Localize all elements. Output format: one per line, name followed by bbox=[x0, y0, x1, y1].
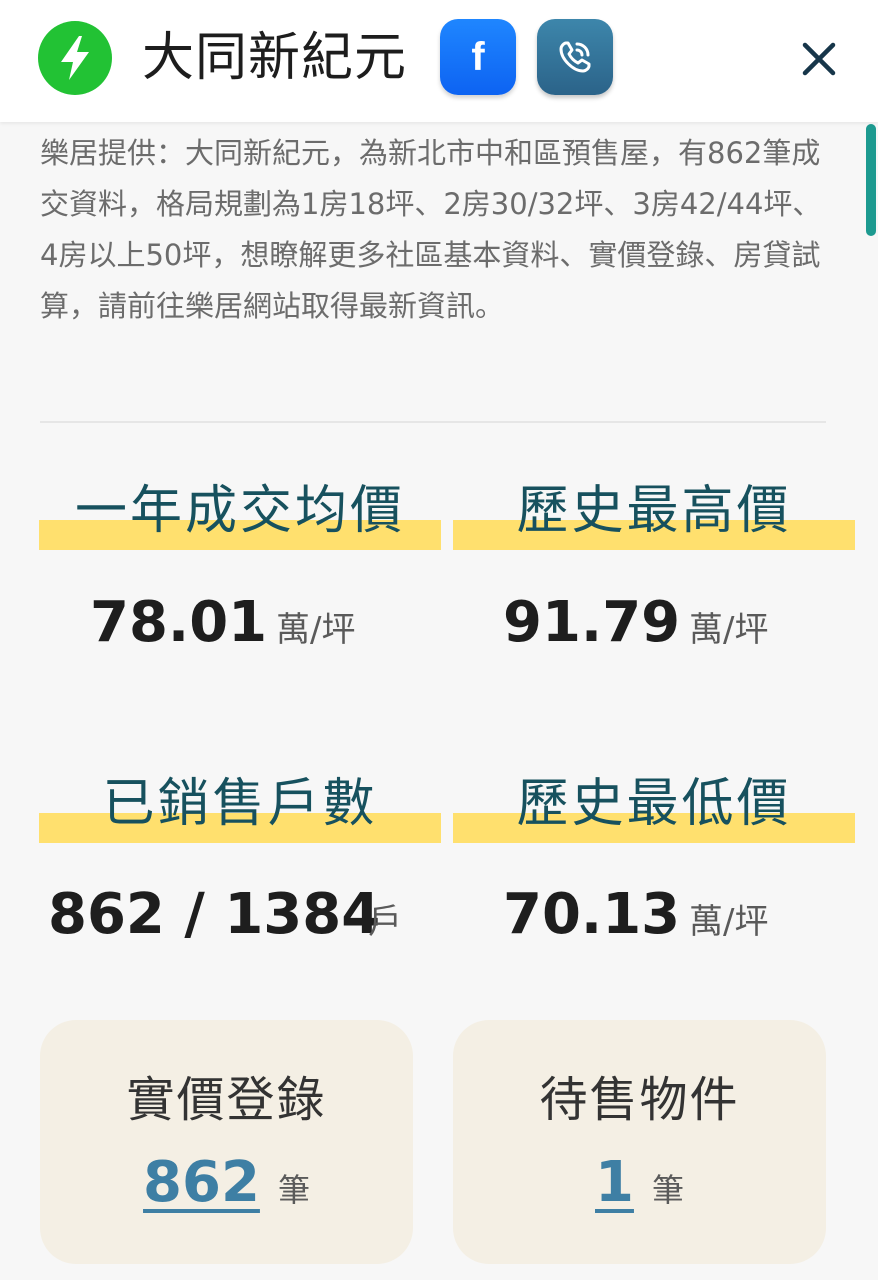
close-icon bbox=[802, 42, 836, 76]
transactions-count-unit: 筆 bbox=[277, 1171, 310, 1209]
divider bbox=[40, 421, 826, 423]
page-title: 大同新紀元 bbox=[142, 28, 408, 88]
transactions-count-link[interactable]: 862 bbox=[143, 1150, 260, 1215]
avg-price-label: 一年成交均價 bbox=[74, 481, 405, 541]
for-sale-count-row: 1 筆 bbox=[453, 1150, 826, 1215]
transactions-card[interactable]: 實價登錄 862 筆 bbox=[40, 1020, 413, 1264]
for-sale-card[interactable]: 待售物件 1 筆 bbox=[453, 1020, 826, 1264]
phone-call-icon bbox=[559, 41, 591, 73]
phone-call-button[interactable] bbox=[537, 19, 613, 95]
transactions-card-title: 實價登錄 bbox=[126, 1072, 327, 1128]
for-sale-count-link[interactable]: 1 bbox=[595, 1150, 634, 1215]
max-price-unit: 萬/坪 bbox=[689, 610, 769, 650]
for-sale-count-unit: 筆 bbox=[651, 1171, 684, 1209]
sold-units-value: 862 / 1384 bbox=[48, 882, 381, 947]
min-price-label: 歷史最低價 bbox=[516, 774, 792, 834]
transactions-count-row: 862 筆 bbox=[40, 1150, 413, 1215]
avg-price-heading: 一年成交均價 bbox=[39, 480, 441, 550]
facebook-share-button[interactable]: f bbox=[440, 19, 516, 95]
sold-units-unit: 戶 bbox=[368, 902, 402, 942]
max-price-label: 歷史最高價 bbox=[516, 481, 792, 541]
scrollbar-thumb[interactable] bbox=[866, 124, 876, 236]
app-header: 大同新紀元 f bbox=[0, 0, 878, 122]
close-button[interactable] bbox=[796, 36, 842, 82]
sold-units-label: 已銷售戶數 bbox=[102, 774, 378, 834]
max-price-heading: 歷史最高價 bbox=[453, 480, 855, 550]
lightning-bolt-icon bbox=[38, 21, 112, 95]
min-price-value: 70.13 bbox=[503, 882, 681, 947]
facebook-icon: f bbox=[471, 35, 485, 79]
avg-price-value: 78.01 bbox=[90, 590, 268, 655]
max-price-value: 91.79 bbox=[503, 590, 681, 655]
avg-price-unit: 萬/坪 bbox=[276, 610, 356, 650]
community-description: 樂居提供：大同新紀元，為新北市中和區預售屋，有862筆成交資料，格局規劃為1房1… bbox=[40, 136, 822, 323]
sold-units-heading: 已銷售戶數 bbox=[39, 773, 441, 843]
min-price-unit: 萬/坪 bbox=[689, 902, 769, 942]
for-sale-card-title: 待售物件 bbox=[539, 1072, 740, 1128]
min-price-heading: 歷史最低價 bbox=[453, 773, 855, 843]
